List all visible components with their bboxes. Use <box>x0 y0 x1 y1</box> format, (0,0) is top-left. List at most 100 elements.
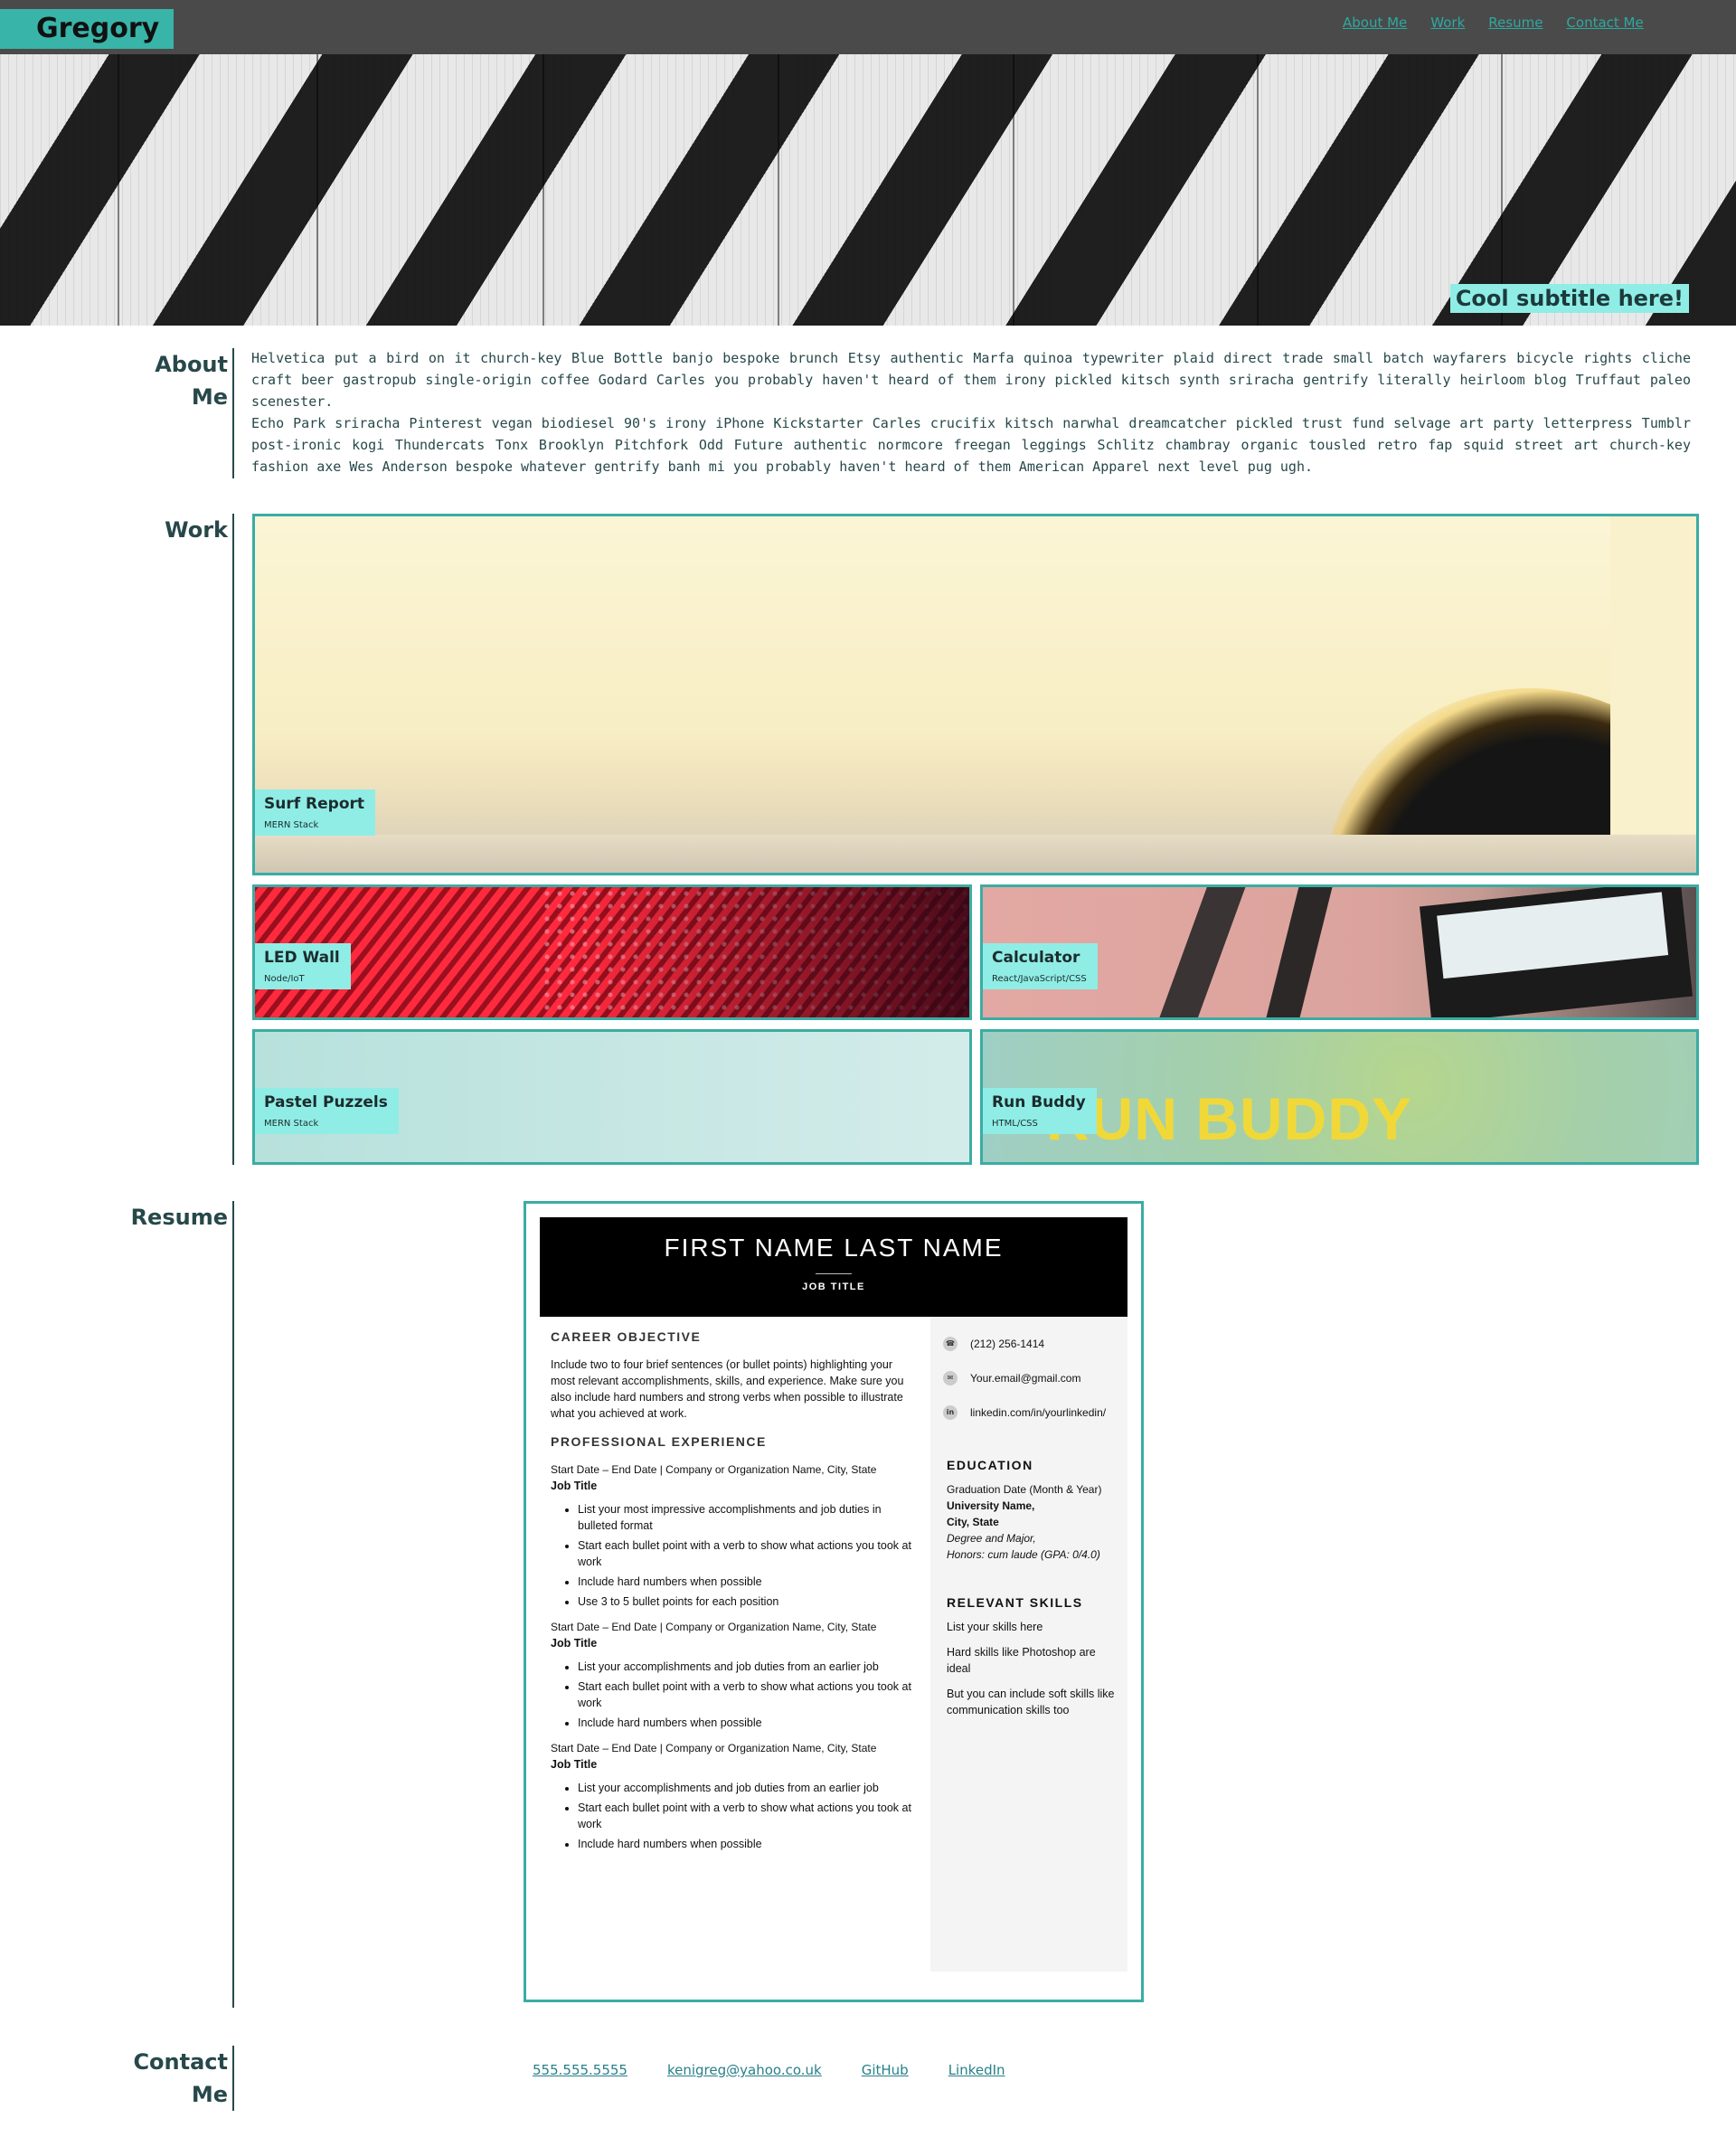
job-entry: Start Date – End Date | Company or Organ… <box>551 1461 912 1610</box>
project-title: LED Wall <box>264 949 340 967</box>
skill-item: But you can include soft skills like com… <box>947 1688 1115 1716</box>
surf-image-edge <box>1610 516 1696 873</box>
job-title: Job Title <box>551 1758 598 1771</box>
resume-email: ✉ Your.email@gmail.com <box>943 1366 1127 1391</box>
project-card-led-wall[interactable]: LED Wall Node/IoT <box>252 884 972 1020</box>
hero-plank-line <box>118 54 119 326</box>
job-bullets: List your accomplishments and job duties… <box>551 1659 912 1731</box>
calc-image-shape <box>1152 887 1248 1017</box>
job-dates: Start Date – End Date | Company or Organ… <box>551 1463 877 1476</box>
led-image-fade <box>576 887 969 1017</box>
contact-rule <box>232 2046 234 2111</box>
resume-rule <box>232 1201 234 2008</box>
about-paragraph-2: Echo Park sriracha Pinterest vegan biodi… <box>251 415 1691 475</box>
hero-plank-line <box>1013 54 1014 326</box>
education-honors: Honors: cum laude (GPA: 0/4.0) <box>947 1548 1100 1561</box>
project-stack: Node/IoT <box>264 974 305 984</box>
calc-image-monitor <box>1420 887 1693 1017</box>
job-bullet: Start each bullet point with a verb to s… <box>578 1678 912 1711</box>
run-buddy-image-text: RUN BUDDY <box>1046 1085 1412 1152</box>
project-stack: MERN Stack <box>264 1119 319 1129</box>
resume-page: FIRST NAME LAST NAME JOB TITLE CAREER OB… <box>540 1217 1127 1972</box>
resume-linkedin: in linkedin.com/in/yourlinkedin/ <box>943 1400 1127 1425</box>
job-bullet: Include hard numbers when possible <box>578 1836 912 1852</box>
project-tag: LED Wall Node/IoT <box>255 943 351 989</box>
project-card-run-buddy[interactable]: RUN BUDDY Run Buddy HTML/CSS <box>980 1029 1699 1165</box>
education-university: University Name, <box>947 1499 1035 1512</box>
brand-name[interactable]: Gregory <box>0 9 174 49</box>
nav-link-about[interactable]: About Me <box>1343 14 1407 31</box>
education-city: City, State <box>947 1516 999 1528</box>
resume-job-title: JOB TITLE <box>802 1281 865 1292</box>
email-icon: ✉ <box>943 1371 958 1385</box>
project-title: Pastel Puzzels <box>264 1093 388 1111</box>
education-heading: EDUCATION <box>947 1458 1033 1472</box>
contact-linkedin-link[interactable]: LinkedIn <box>948 2062 1005 2078</box>
about-heading-line1: About <box>155 352 228 377</box>
hero-plank-line <box>778 54 779 326</box>
education-grad: Graduation Date (Month & Year) <box>947 1483 1102 1496</box>
nav-link-resume[interactable]: Resume <box>1488 14 1543 31</box>
linkedin-icon: in <box>943 1405 958 1420</box>
skill-item: List your skills here <box>947 1621 1043 1633</box>
contact-links: 555.555.5555 kenigreg@yahoo.co.uk GitHub… <box>533 2062 1005 2078</box>
hero-subtitle: Cool subtitle here! <box>1449 284 1689 313</box>
job-bullet: List your accomplishments and job duties… <box>578 1780 912 1796</box>
work-rule <box>232 514 234 1165</box>
resume-linkedin-text: linkedin.com/in/yourlinkedin/ <box>970 1406 1107 1419</box>
job-bullet: List your most impressive accomplishment… <box>578 1501 912 1534</box>
job-bullets: List your accomplishments and job duties… <box>551 1780 912 1852</box>
resume-header: FIRST NAME LAST NAME JOB TITLE <box>540 1217 1127 1317</box>
skills-heading: RELEVANT SKILLS <box>947 1595 1083 1610</box>
phone-icon: ☎ <box>943 1337 958 1351</box>
work-heading: Work <box>165 517 228 543</box>
surf-image-horizon <box>255 835 1696 873</box>
skills-list: List your skills here Hard skills like P… <box>947 1619 1118 1718</box>
project-tag: Surf Report MERN Stack <box>255 790 376 836</box>
resume-phone: ☎ (212) 256-1414 <box>943 1331 1127 1357</box>
resume-heading: Resume <box>130 1205 228 1230</box>
job-bullet: Start each bullet point with a verb to s… <box>578 1537 912 1570</box>
project-card-surf-report[interactable]: Surf Report MERN Stack <box>252 514 1699 875</box>
job-entry: Start Date – End Date | Company or Organ… <box>551 1619 912 1731</box>
contact-heading: Contact Me <box>65 2046 228 2111</box>
project-title: Run Buddy <box>992 1093 1086 1111</box>
job-dates: Start Date – End Date | Company or Organ… <box>551 1742 877 1754</box>
project-stack: React/JavaScript/CSS <box>992 974 1087 984</box>
job-bullets: List your most impressive accomplishment… <box>551 1501 912 1610</box>
resume-sidebar: ☎ (212) 256-1414 ✉ Your.email@gmail.com … <box>930 1317 1127 1972</box>
contact-heading-line2: Me <box>191 2082 228 2107</box>
skill-item: Hard skills like Photoshop are ideal <box>947 1646 1096 1675</box>
nav-link-work[interactable]: Work <box>1430 14 1465 31</box>
contact-phone-link[interactable]: 555.555.5555 <box>533 2062 627 2078</box>
main-nav: About Me Work Resume Contact Me <box>1343 14 1644 31</box>
hero-plank-line <box>542 54 544 326</box>
hero-plank-line <box>1257 54 1259 326</box>
project-stack: MERN Stack <box>264 820 319 830</box>
project-title: Calculator <box>992 949 1080 967</box>
project-card-calculator[interactable]: Calculator React/JavaScript/CSS <box>980 884 1699 1020</box>
project-tag: Calculator React/JavaScript/CSS <box>983 943 1098 989</box>
about-rule <box>232 348 234 478</box>
calc-image-shape <box>1260 887 1335 1017</box>
about-heading-line2: Me <box>191 384 228 410</box>
job-bullet: Start each bullet point with a verb to s… <box>578 1800 912 1832</box>
project-title: Surf Report <box>264 795 365 813</box>
resume-document[interactable]: FIRST NAME LAST NAME JOB TITLE CAREER OB… <box>524 1201 1144 2002</box>
objective-text: Include two to four brief sentences (or … <box>551 1358 904 1420</box>
project-card-pastel-puzzels[interactable]: Pastel Puzzels MERN Stack <box>252 1029 972 1165</box>
contact-github-link[interactable]: GitHub <box>862 2062 909 2078</box>
education-degree: Degree and Major, <box>947 1532 1036 1545</box>
top-navbar: Gregory About Me Work Resume Contact Me <box>0 0 1736 54</box>
job-bullet: Include hard numbers when possible <box>578 1715 912 1731</box>
project-stack: HTML/CSS <box>992 1119 1038 1129</box>
job-bullet: Use 3 to 5 bullet points for each positi… <box>578 1593 912 1610</box>
project-tag: Run Buddy HTML/CSS <box>983 1088 1097 1134</box>
job-title: Job Title <box>551 1480 598 1492</box>
hero-plank-line <box>316 54 318 326</box>
experience-heading: PROFESSIONAL EXPERIENCE <box>551 1434 767 1449</box>
nav-link-contact[interactable]: Contact Me <box>1566 14 1643 31</box>
contact-heading-line1: Contact <box>133 2049 228 2075</box>
job-entry: Start Date – End Date | Company or Organ… <box>551 1740 912 1852</box>
contact-email-link[interactable]: kenigreg@yahoo.co.uk <box>667 2062 822 2078</box>
